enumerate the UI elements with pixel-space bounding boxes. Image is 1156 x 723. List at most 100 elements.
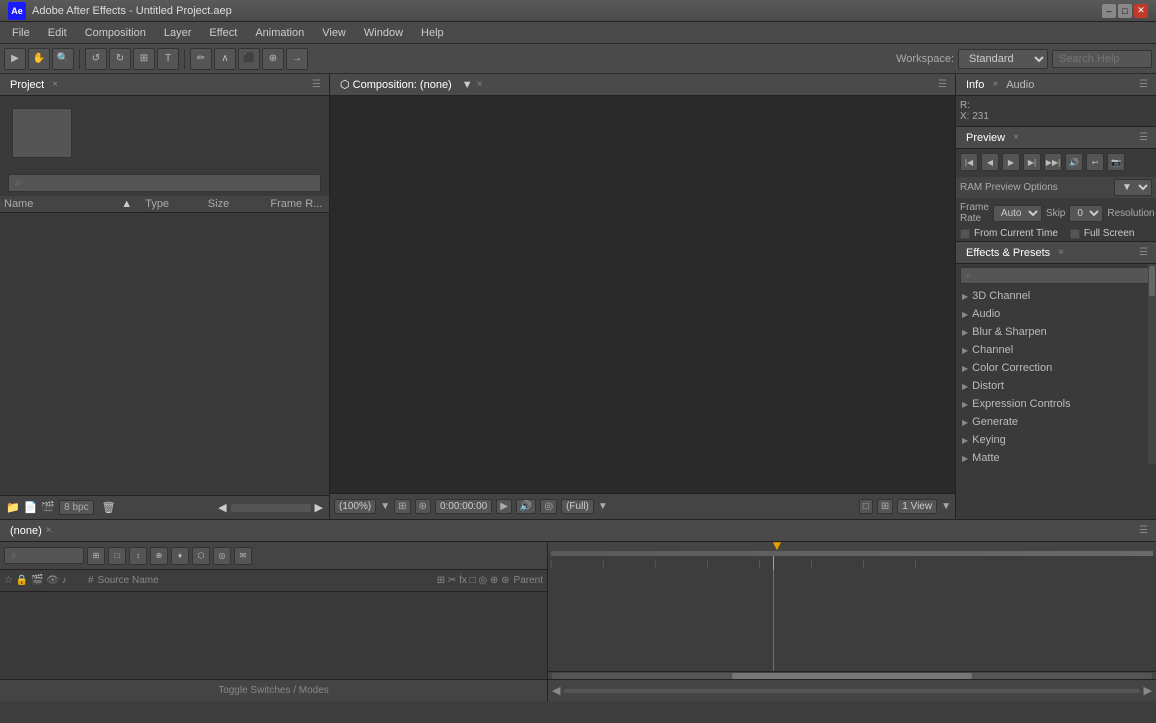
tool-shape[interactable]: ⬛ (238, 48, 260, 70)
comp-res-icon[interactable]: ⊛ (415, 499, 431, 514)
effects-panel-menu-btn[interactable]: ☰ (1137, 247, 1150, 258)
menu-animation[interactable]: Animation (247, 25, 312, 41)
tl-btn-5[interactable]: ♦ (171, 547, 189, 565)
prev-loop[interactable]: ↩ (1086, 153, 1104, 171)
new-folder-icon[interactable]: 📁 (6, 501, 20, 514)
effects-scrollbar[interactable] (1148, 264, 1156, 464)
tool-grid[interactable]: ⊞ (133, 48, 155, 70)
effect-3d-channel[interactable]: ▶ 3D Channel (956, 287, 1156, 305)
tool-pen[interactable]: ✏ (190, 48, 212, 70)
tool-zoom[interactable]: 🔍 (52, 48, 74, 70)
tab-info[interactable]: Info (962, 77, 988, 93)
trash-icon[interactable]: 🗑 (102, 501, 116, 514)
comp-audio-icon[interactable]: 🔊 (516, 499, 536, 514)
timeline-close[interactable]: × (46, 525, 52, 536)
tab-preview[interactable]: Preview (962, 130, 1009, 146)
full-screen-checkbox[interactable] (1070, 229, 1080, 239)
menu-file[interactable]: File (4, 25, 38, 41)
timeline-panel-menu-btn[interactable]: ☰ (1137, 525, 1150, 536)
next-arrow[interactable]: ▶ (315, 501, 323, 514)
comp-view[interactable]: 1 View (897, 499, 937, 514)
tl-nav-next[interactable]: ▶ (1144, 684, 1152, 697)
tool-redo[interactable]: ↻ (109, 48, 131, 70)
close-button[interactable]: ✕ (1134, 4, 1148, 18)
menu-effect[interactable]: Effect (201, 25, 245, 41)
tool-select[interactable]: ▶ (4, 48, 26, 70)
timecode[interactable]: 0:00:00:00 (435, 499, 492, 514)
comp-color-icon[interactable]: ◎ (540, 499, 557, 514)
tool-puppet[interactable]: → (286, 48, 308, 70)
tool-undo[interactable]: ↺ (85, 48, 107, 70)
comp-close[interactable]: × (477, 79, 483, 90)
effects-close[interactable]: × (1058, 247, 1064, 258)
preview-panel-menu-btn[interactable]: ☰ (1137, 132, 1150, 143)
tab-project[interactable]: Project (6, 77, 48, 93)
prev-last-frame[interactable]: ▶▶| (1044, 153, 1062, 171)
project-close[interactable]: × (52, 79, 58, 90)
tl-nav-prev[interactable]: ◀ (552, 684, 560, 697)
info-close[interactable]: × (992, 79, 998, 90)
timeline-search[interactable] (4, 547, 84, 564)
preview-close[interactable]: × (1013, 132, 1019, 143)
timeline-scroll-thumb[interactable] (732, 673, 972, 679)
tool-text[interactable]: T (157, 48, 179, 70)
tl-btn-3[interactable]: ↕ (129, 547, 147, 565)
comp-zoom-dropdown[interactable]: ▼ (380, 501, 390, 512)
tl-btn-2[interactable]: □ (108, 547, 126, 565)
effect-color-correction[interactable]: ▶ Color Correction (956, 359, 1156, 377)
project-search-input[interactable] (8, 174, 321, 192)
effect-generate[interactable]: ▶ Generate (956, 413, 1156, 431)
effect-blur-sharpen[interactable]: ▶ Blur & Sharpen (956, 323, 1156, 341)
menu-window[interactable]: Window (356, 25, 411, 41)
tool-mask[interactable]: ∧ (214, 48, 236, 70)
tl-btn-8[interactable]: ✉ (234, 547, 252, 565)
comp-view-dropdown[interactable]: ▼ (941, 501, 951, 512)
maximize-button[interactable]: □ (1118, 4, 1132, 18)
effect-keying[interactable]: ▶ Keying (956, 431, 1156, 449)
comp-quality-dropdown[interactable]: ▼ (598, 501, 608, 512)
menu-help[interactable]: Help (413, 25, 452, 41)
tool-hand[interactable]: ✋ (28, 48, 50, 70)
skip-control[interactable]: 0 (1069, 205, 1103, 222)
prev-arrow[interactable]: ◀ (218, 501, 226, 514)
project-panel-menu-btn[interactable]: ☰ (310, 79, 323, 90)
minimize-button[interactable]: – (1102, 4, 1116, 18)
comp-play-icon[interactable]: ▶ (496, 499, 512, 514)
zoom-level[interactable]: (100%) (334, 499, 376, 514)
info-panel-menu-btn[interactable]: ☰ (1137, 79, 1150, 90)
effect-channel[interactable]: ▶ Channel (956, 341, 1156, 359)
ram-preview-dropdown[interactable]: ▼ (1114, 179, 1152, 196)
effects-search-input[interactable] (960, 267, 1152, 284)
prev-next-frame[interactable]: ▶| (1023, 153, 1041, 171)
comp-mask-icon[interactable]: □ (859, 499, 873, 514)
effect-expression-controls[interactable]: ▶ Expression Controls (956, 395, 1156, 413)
tab-timeline[interactable]: (none) (6, 523, 46, 539)
search-help-input[interactable] (1052, 50, 1152, 68)
tl-btn-4[interactable]: ⊕ (150, 547, 168, 565)
tool-clone[interactable]: ⊕ (262, 48, 284, 70)
comp-quality[interactable]: (Full) (561, 499, 594, 514)
title-bar-controls[interactable]: – □ ✕ (1102, 4, 1148, 18)
effects-scrollbar-thumb[interactable] (1149, 266, 1155, 296)
tab-audio[interactable]: Audio (1002, 77, 1038, 93)
tl-btn-7[interactable]: ◎ (213, 547, 231, 565)
scroll-bar-project[interactable] (231, 504, 311, 512)
prev-play[interactable]: ▶ (1002, 153, 1020, 171)
effect-distort[interactable]: ▶ Distort (956, 377, 1156, 395)
tab-effects-presets[interactable]: Effects & Presets (962, 245, 1054, 261)
tl-btn-1[interactable]: ⊞ (87, 547, 105, 565)
comp-dropdown-btn[interactable]: ▼ (462, 79, 473, 91)
prev-prev-frame[interactable]: ◀ (981, 153, 999, 171)
effect-matte[interactable]: ▶ Matte (956, 449, 1156, 467)
comp-grid-icon[interactable]: ⊞ (877, 499, 893, 514)
comp-snap-icon[interactable]: ⊞ (394, 499, 410, 514)
tl-btn-6[interactable]: ⬡ (192, 547, 210, 565)
prev-ram[interactable]: 📷 (1107, 153, 1125, 171)
new-comp-icon[interactable]: 📄 (24, 501, 38, 514)
menu-view[interactable]: View (314, 25, 354, 41)
prev-audio[interactable]: 🔊 (1065, 153, 1083, 171)
from-current-checkbox[interactable] (960, 229, 970, 239)
workspace-dropdown[interactable]: Standard (958, 49, 1048, 69)
effect-audio[interactable]: ▶ Audio (956, 305, 1156, 323)
timeline-scrollbar-inner[interactable] (552, 673, 1152, 679)
